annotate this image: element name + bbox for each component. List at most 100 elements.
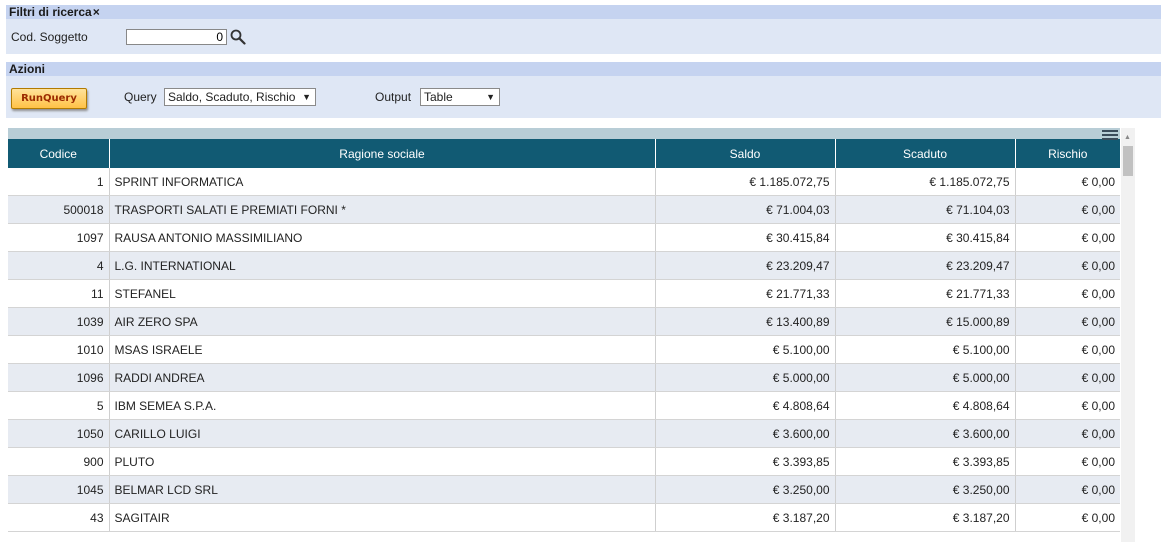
cell-ragione-sociale: RAUSA ANTONIO MASSIMILIANO [108, 223, 655, 252]
cell-rischio: € 0,00 [1014, 391, 1120, 420]
column-header-scaduto[interactable]: Scaduto [834, 139, 1015, 168]
cell-rischio: € 0,00 [1014, 503, 1120, 532]
column-header-rischio[interactable]: Rischio [1014, 139, 1120, 168]
table-row[interactable]: 900 PLUTO € 3.393,85 € 3.393,85 € 0,00 [8, 447, 1120, 476]
cell-scaduto: € 1.185.072,75 [834, 168, 1015, 196]
cod-soggetto-label: Cod. Soggetto [11, 30, 88, 44]
close-icon[interactable]: × [93, 5, 100, 19]
table-row[interactable]: 1039 AIR ZERO SPA € 13.400,89 € 15.000,89 € … [8, 307, 1120, 336]
cell-ragione-sociale: SPRINT INFORMATICA [108, 168, 655, 196]
cell-saldo: € 3.393,85 [654, 447, 835, 476]
cell-codice: 1096 [8, 363, 109, 392]
cell-codice: 1010 [8, 335, 109, 364]
results-table: Codice Ragione sociale Saldo Scaduto Ris… [8, 139, 1120, 532]
table-body: 1 SPRINT INFORMATICA € 1.185.072,75 € 1.185… [8, 168, 1120, 532]
scroll-up-arrow-icon[interactable]: ▲ [1124, 134, 1131, 141]
cell-rischio: € 0,00 [1014, 447, 1120, 476]
cell-scaduto: € 5.000,00 [834, 363, 1015, 392]
cell-rischio: € 0,00 [1014, 307, 1120, 336]
cell-saldo: € 5.100,00 [654, 335, 835, 364]
cell-scaduto: € 3.600,00 [834, 419, 1015, 448]
table-row[interactable]: 500018 TRASPORTI SALATI E PREMIATI FORNI … [8, 195, 1120, 224]
cell-codice: 500018 [8, 195, 109, 224]
table-row[interactable]: 1045 BELMAR LCD SRL € 3.250,00 € 3.250,00 € … [8, 475, 1120, 504]
cell-codice: 5 [8, 391, 109, 420]
query-selected-value: Saldo, Scaduto, Rischio [168, 90, 296, 104]
query-select[interactable]: Saldo, Scaduto, Rischio ▼ [164, 88, 316, 106]
output-select[interactable]: Table ▼ [420, 88, 500, 106]
cell-codice: 1 [8, 168, 109, 196]
column-header-ragione-sociale[interactable]: Ragione sociale [108, 139, 655, 168]
run-query-button[interactable]: RunQuery [11, 88, 87, 109]
column-header-saldo[interactable]: Saldo [654, 139, 835, 168]
grid-toolbar [8, 128, 1120, 140]
cell-ragione-sociale: SAGITAIR [108, 503, 655, 532]
cell-saldo: € 71.004,03 [654, 195, 835, 224]
cell-ragione-sociale: L.G. INTERNATIONAL [108, 251, 655, 280]
cell-saldo: € 3.250,00 [654, 475, 835, 504]
cell-ragione-sociale: PLUTO [108, 447, 655, 476]
cell-ragione-sociale: IBM SEMEA S.P.A. [108, 391, 655, 420]
cell-scaduto: € 30.415,84 [834, 223, 1015, 252]
cell-scaduto: € 4.808,64 [834, 391, 1015, 420]
cell-codice: 900 [8, 447, 109, 476]
cod-soggetto-input[interactable] [126, 29, 227, 45]
cell-scaduto: € 21.771,33 [834, 279, 1015, 308]
cell-ragione-sociale: CARILLO LUIGI [108, 419, 655, 448]
table-row[interactable]: 1096 RADDI ANDREA € 5.000,00 € 5.000,00 € 0,… [8, 363, 1120, 392]
actions-section-header: Azioni [6, 62, 1161, 76]
cell-scaduto: € 5.100,00 [834, 335, 1015, 364]
cell-rischio: € 0,00 [1014, 419, 1120, 448]
filters-section-header: Filtri di ricerca× [6, 5, 1161, 19]
scrollbar-thumb[interactable] [1123, 146, 1133, 176]
table-row[interactable]: 43 SAGITAIR € 3.187,20 € 3.187,20 € 0,00 [8, 503, 1120, 532]
cell-ragione-sociale: STEFANEL [108, 279, 655, 308]
query-label: Query [124, 90, 157, 104]
table-row[interactable]: 4 L.G. INTERNATIONAL € 23.209,47 € 23.209,4… [8, 251, 1120, 280]
table-row[interactable]: 1050 CARILLO LUIGI € 3.600,00 € 3.600,00 € 0… [8, 419, 1120, 448]
table-row[interactable]: 11 STEFANEL € 21.771,33 € 21.771,33 € 0,00 [8, 279, 1120, 308]
cell-ragione-sociale: AIR ZERO SPA [108, 307, 655, 336]
hamburger-menu-icon[interactable] [1102, 128, 1118, 140]
output-label: Output [375, 90, 412, 104]
cell-rischio: € 0,00 [1014, 168, 1120, 196]
cell-scaduto: € 3.393,85 [834, 447, 1015, 476]
cell-codice: 43 [8, 503, 109, 532]
vertical-scrollbar[interactable]: ▲ [1121, 128, 1135, 542]
cell-scaduto: € 71.104,03 [834, 195, 1015, 224]
table-header-row: Codice Ragione sociale Saldo Scaduto Ris… [8, 139, 1120, 168]
cell-codice: 11 [8, 279, 109, 308]
table-row[interactable]: 1010 MSAS ISRAELE € 5.100,00 € 5.100,00 € 0,… [8, 335, 1120, 364]
search-icon[interactable] [230, 29, 246, 45]
cell-rischio: € 0,00 [1014, 475, 1120, 504]
cell-codice: 1050 [8, 419, 109, 448]
cell-ragione-sociale: MSAS ISRAELE [108, 335, 655, 364]
cell-codice: 1097 [8, 223, 109, 252]
actions-title: Azioni [9, 62, 45, 76]
table-row[interactable]: 5 IBM SEMEA S.P.A. € 4.808,64 € 4.808,64 € 0… [8, 391, 1120, 420]
table-row[interactable]: 1097 RAUSA ANTONIO MASSIMILIANO € 30.415,8… [8, 223, 1120, 252]
output-selected-value: Table [424, 90, 453, 104]
cell-saldo: € 1.185.072,75 [654, 168, 835, 196]
cell-saldo: € 23.209,47 [654, 251, 835, 280]
cell-saldo: € 4.808,64 [654, 391, 835, 420]
cell-rischio: € 0,00 [1014, 195, 1120, 224]
cell-saldo: € 5.000,00 [654, 363, 835, 392]
filters-title: Filtri di ricerca [9, 5, 92, 19]
cell-saldo: € 3.600,00 [654, 419, 835, 448]
cell-saldo: € 3.187,20 [654, 503, 835, 532]
cell-scaduto: € 15.000,89 [834, 307, 1015, 336]
cell-codice: 1039 [8, 307, 109, 336]
cell-rischio: € 0,00 [1014, 335, 1120, 364]
cell-rischio: € 0,00 [1014, 279, 1120, 308]
cell-rischio: € 0,00 [1014, 251, 1120, 280]
chevron-down-icon: ▼ [486, 92, 495, 102]
cell-saldo: € 30.415,84 [654, 223, 835, 252]
column-header-codice[interactable]: Codice [8, 139, 109, 168]
table-row[interactable]: 1 SPRINT INFORMATICA € 1.185.072,75 € 1.185… [8, 168, 1120, 196]
cell-scaduto: € 23.209,47 [834, 251, 1015, 280]
cell-rischio: € 0,00 [1014, 223, 1120, 252]
cell-ragione-sociale: TRASPORTI SALATI E PREMIATI FORNI * [108, 195, 655, 224]
cell-rischio: € 0,00 [1014, 363, 1120, 392]
cell-ragione-sociale: BELMAR LCD SRL [108, 475, 655, 504]
